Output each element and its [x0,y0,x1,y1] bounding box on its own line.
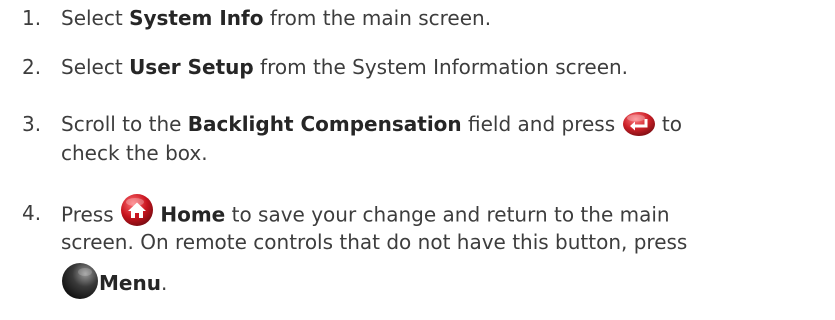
step-text-before: Select [61,55,130,79]
step-text-before: Scroll to the [61,112,188,136]
step-text: Select System Info from the main screen. [61,4,491,33]
step-text-line2: screen. On remote controls that do not h… [61,230,688,254]
step-text-end: . [160,271,168,295]
step-bold-term: User Setup [129,55,254,79]
step-text: Select User Setup from the System Inform… [61,53,628,82]
step-text-before: Select [61,6,130,30]
step-number: 4. [22,201,42,225]
instruction-steps: 1. Select System Info from the main scre… [0,0,835,320]
step-text-after: from the main screen. [263,6,492,30]
step-number: 2. [22,55,42,79]
step-number: 1. [22,6,42,30]
enter-button-icon [622,111,656,137]
step-text-middle: field and press [461,112,622,136]
step-text-end: to [655,112,682,136]
step-text: Scroll to the Backlight Compensation fie… [61,110,682,139]
menu-button-icon [61,261,99,301]
step-bold-term: Backlight Compensation [187,112,462,136]
step-number: 3. [22,112,42,136]
step-text-before: Press [61,202,120,227]
step-bold-term: Home [160,202,226,227]
home-button-icon [120,193,154,227]
step-text-after: from the System Information screen. [253,55,629,79]
step-text-line3: Menu. [61,259,167,307]
step-bold-term: System Info [129,6,264,30]
step-text-after: to save your change and return to the ma… [225,202,670,227]
step-text-line2: check the box. [61,141,208,165]
step-bold-term-2: Menu [99,271,161,295]
